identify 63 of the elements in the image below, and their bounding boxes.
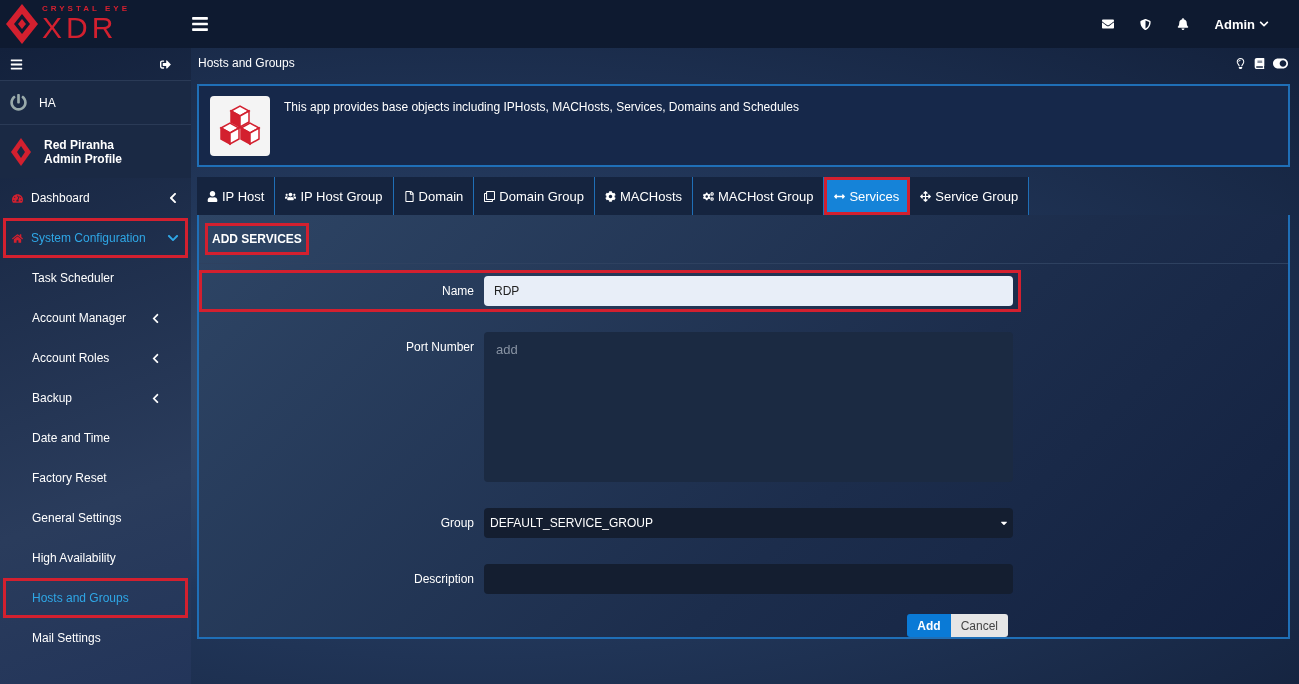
app-description: This app provides base objects including IPHosts, MACHosts, Services, Domains and Schedules [284, 99, 799, 116]
home-icon [12, 232, 23, 244]
menu-icon[interactable] [10, 57, 23, 71]
tab[interactable]: Domain [393, 177, 475, 215]
nav-subitem[interactable]: Date and Time [3, 418, 188, 458]
shield-icon[interactable] [1139, 18, 1151, 30]
file-icon [403, 190, 415, 202]
port-number-field[interactable]: add [484, 332, 1013, 482]
add-button[interactable]: Add [907, 614, 951, 637]
copy-icon [484, 190, 496, 202]
profile-name: Red Piranha [44, 137, 116, 152]
nav-subitem[interactable]: Backup [3, 378, 188, 418]
nav-subitem[interactable]: Account Roles [3, 338, 188, 378]
app-icon [210, 96, 270, 156]
nav-subitem[interactable]: High Availability [3, 538, 188, 578]
tab[interactable]: MACHost Group [693, 177, 825, 215]
nav-subitem[interactable]: Factory Reset [3, 458, 188, 498]
name-field[interactable]: RDP [484, 276, 1013, 306]
tab[interactable]: IP Host [197, 177, 276, 215]
tab[interactable]: MACHosts [594, 177, 693, 215]
text-field[interactable] [484, 564, 1013, 594]
user-icon [207, 190, 218, 202]
book-icon[interactable] [1254, 55, 1265, 71]
chevron-left-icon [150, 392, 161, 404]
chevron-left-icon [150, 312, 161, 324]
field-label: Port Number [404, 339, 474, 354]
chevron-down-icon [1259, 19, 1269, 29]
bell-icon[interactable] [1176, 18, 1189, 30]
envelope-icon[interactable] [1101, 18, 1114, 30]
chevron-left-icon [150, 352, 161, 364]
users-icon [285, 190, 297, 202]
field-label: Group [439, 515, 474, 530]
logo-text: XDR [42, 13, 119, 43]
tab[interactable]: Service Group [910, 177, 1030, 215]
logout-icon[interactable] [160, 58, 171, 70]
tab[interactable]: Domain Group [474, 177, 595, 215]
nav-subitem[interactable]: General Settings [3, 498, 188, 538]
gauge-icon [12, 192, 23, 204]
field-label: Description [412, 571, 474, 586]
profile-role: Admin Profile [44, 151, 122, 166]
status-text: HA [39, 95, 56, 110]
cancel-button[interactable]: Cancel [950, 614, 1008, 637]
nav-subitem[interactable]: Hosts and Groups [3, 578, 188, 618]
lightbulb-icon[interactable] [1235, 55, 1246, 71]
page-title: Hosts and Groups [198, 56, 295, 70]
power-icon [10, 94, 27, 111]
nav-subitem[interactable]: Task Scheduler [3, 258, 188, 298]
tab[interactable]: Services [824, 177, 911, 215]
form-title: ADD SERVICES [205, 223, 309, 255]
menu-icon[interactable] [191, 15, 209, 33]
group-select[interactable]: DEFAULT_SERVICE_GROUP [484, 508, 1013, 538]
nav-item[interactable]: Dashboard [3, 178, 188, 218]
move-arrows-icon [920, 190, 932, 202]
profile-logo-icon [10, 136, 32, 167]
nav-subitem[interactable]: Mail Settings [3, 618, 188, 658]
logo-tagline: CRYSTAL EYE [42, 5, 130, 13]
nav-item[interactable]: System Configuration [3, 218, 188, 258]
tab[interactable]: IP Host Group [275, 177, 394, 215]
gears-icon [703, 190, 714, 202]
user-menu[interactable]: Admin [1214, 16, 1269, 32]
gear-icon [604, 190, 616, 202]
nav-subitem[interactable]: Account Manager [3, 298, 188, 338]
field-label: Name [441, 283, 474, 298]
